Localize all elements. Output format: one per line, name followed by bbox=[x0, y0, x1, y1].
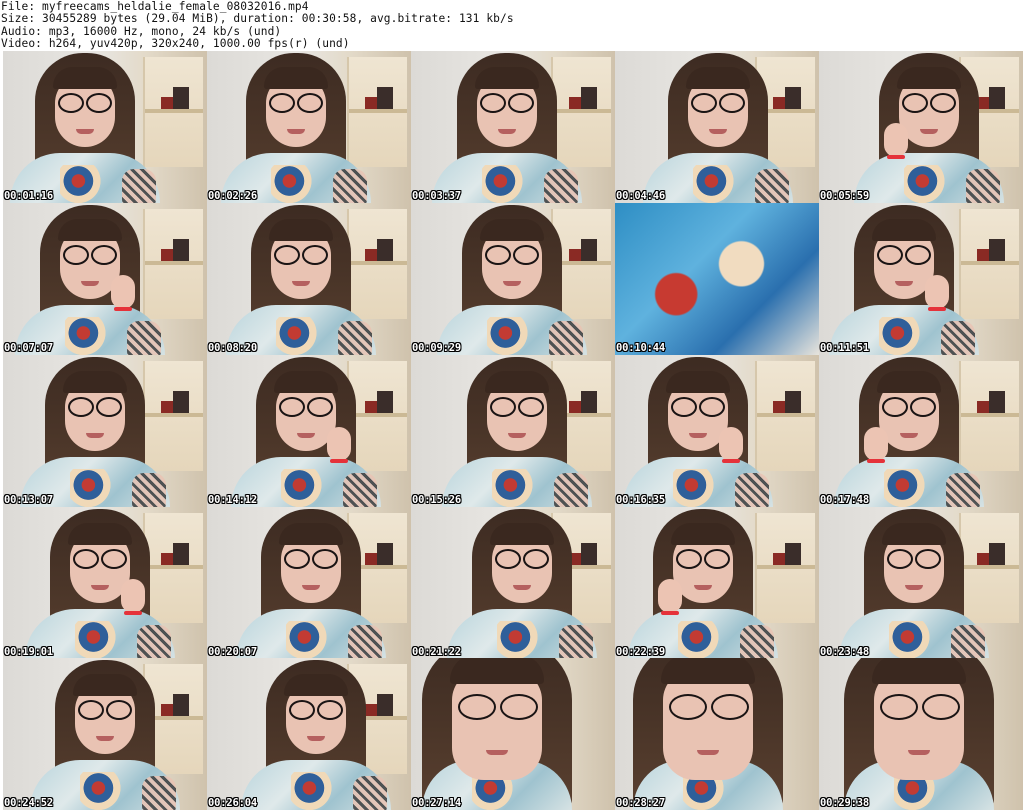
video-frame-thumbnail: 00:11:51 bbox=[819, 203, 1023, 355]
video-frame-thumbnail: 00:16:35 bbox=[615, 355, 819, 507]
frame-image bbox=[3, 507, 207, 659]
video-frame-thumbnail: 00:14:12 bbox=[207, 355, 411, 507]
video-frame-thumbnail: 00:22:39 bbox=[615, 507, 819, 659]
video-frame-thumbnail: 00:02:26 bbox=[207, 51, 411, 203]
video-frame-thumbnail: 00:05:59 bbox=[819, 51, 1023, 203]
frame-timestamp: 00:10:44 bbox=[616, 342, 665, 354]
file-info-header: File: myfreecams_heldalie_female_0803201… bbox=[0, 0, 1024, 50]
frame-timestamp: 00:16:35 bbox=[616, 494, 665, 506]
frame-timestamp: 00:19:01 bbox=[4, 646, 53, 658]
video-frame-thumbnail: 00:27:14 bbox=[411, 658, 615, 810]
frame-timestamp: 00:26:04 bbox=[208, 797, 257, 809]
video-frame-thumbnail: 00:10:44 bbox=[615, 203, 819, 355]
frame-image bbox=[615, 203, 819, 355]
video-frame-thumbnail: 00:04:46 bbox=[615, 51, 819, 203]
frame-timestamp: 00:17:48 bbox=[820, 494, 869, 506]
frame-image bbox=[819, 355, 1023, 507]
frame-image bbox=[819, 507, 1023, 659]
video-frame-thumbnail: 00:17:48 bbox=[819, 355, 1023, 507]
frame-image bbox=[3, 658, 207, 810]
frame-timestamp: 00:07:07 bbox=[4, 342, 53, 354]
frame-timestamp: 00:13:07 bbox=[4, 494, 53, 506]
frame-image bbox=[615, 658, 819, 810]
frame-image bbox=[819, 658, 1023, 810]
frame-timestamp: 00:15:26 bbox=[412, 494, 461, 506]
frame-image bbox=[411, 203, 615, 355]
frame-image bbox=[3, 355, 207, 507]
frame-image bbox=[207, 507, 411, 659]
frame-image bbox=[207, 51, 411, 203]
frame-image bbox=[411, 355, 615, 507]
frame-image bbox=[411, 658, 615, 810]
frame-image bbox=[615, 507, 819, 659]
frame-timestamp: 00:04:46 bbox=[616, 190, 665, 202]
frame-timestamp: 00:05:59 bbox=[820, 190, 869, 202]
frame-timestamp: 00:02:26 bbox=[208, 190, 257, 202]
frame-timestamp: 00:21:22 bbox=[412, 646, 461, 658]
frame-timestamp: 00:03:37 bbox=[412, 190, 461, 202]
frame-timestamp: 00:22:39 bbox=[616, 646, 665, 658]
video-frame-thumbnail: 00:28:27 bbox=[615, 658, 819, 810]
frame-timestamp: 00:28:27 bbox=[616, 797, 665, 809]
frame-image bbox=[615, 355, 819, 507]
video-frame-thumbnail: 00:23:48 bbox=[819, 507, 1023, 659]
video-frame-thumbnail: 00:29:38 bbox=[819, 658, 1023, 810]
video-frame-thumbnail: 00:19:01 bbox=[3, 507, 207, 659]
frame-timestamp: 00:20:07 bbox=[208, 646, 257, 658]
frame-timestamp: 00:27:14 bbox=[412, 797, 461, 809]
frame-timestamp: 00:11:51 bbox=[820, 342, 869, 354]
file-size-line: Size: 30455289 bytes (29.04 MiB), durati… bbox=[1, 12, 514, 26]
frame-timestamp: 00:29:38 bbox=[820, 797, 869, 809]
frame-timestamp: 00:09:29 bbox=[412, 342, 461, 354]
frame-image bbox=[207, 658, 411, 810]
frame-timestamp: 00:08:20 bbox=[208, 342, 257, 354]
frame-timestamp: 00:01:16 bbox=[4, 190, 53, 202]
video-info-line: Video: h264, yuv420p, 320x240, 1000.00 f… bbox=[1, 37, 350, 51]
video-frame-thumbnail: 00:09:29 bbox=[411, 203, 615, 355]
thumbnail-grid: 00:01:16 00:02:26 00:03:37 00:04:46 00:05:59… bbox=[0, 50, 1024, 811]
frame-image bbox=[207, 355, 411, 507]
video-frame-thumbnail: 00:13:07 bbox=[3, 355, 207, 507]
frame-image bbox=[3, 203, 207, 355]
frame-image bbox=[3, 51, 207, 203]
video-frame-thumbnail: 00:26:04 bbox=[207, 658, 411, 810]
video-frame-thumbnail: 00:07:07 bbox=[3, 203, 207, 355]
video-frame-thumbnail: 00:15:26 bbox=[411, 355, 615, 507]
frame-image bbox=[615, 51, 819, 203]
video-frame-thumbnail: 00:21:22 bbox=[411, 507, 615, 659]
frame-image bbox=[207, 203, 411, 355]
frame-image bbox=[819, 51, 1023, 203]
video-frame-thumbnail: 00:20:07 bbox=[207, 507, 411, 659]
frame-timestamp: 00:23:48 bbox=[820, 646, 869, 658]
frame-image bbox=[411, 507, 615, 659]
frame-image bbox=[411, 51, 615, 203]
frame-image bbox=[819, 203, 1023, 355]
frame-timestamp: 00:14:12 bbox=[208, 494, 257, 506]
frame-timestamp: 00:24:52 bbox=[4, 797, 53, 809]
video-frame-thumbnail: 00:03:37 bbox=[411, 51, 615, 203]
video-frame-thumbnail: 00:01:16 bbox=[3, 51, 207, 203]
video-frame-thumbnail: 00:08:20 bbox=[207, 203, 411, 355]
video-frame-thumbnail: 00:24:52 bbox=[3, 658, 207, 810]
